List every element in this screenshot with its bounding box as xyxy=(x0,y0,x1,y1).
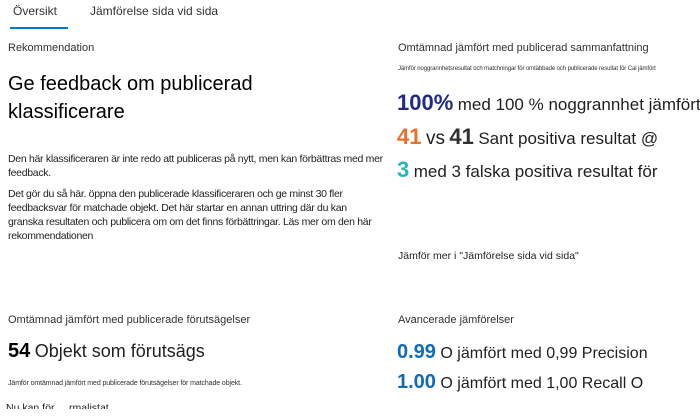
true-positive-published-value: 41 xyxy=(449,124,474,149)
summary-description: Jämför noggrannhetsresultat och matchnin… xyxy=(398,66,656,72)
predicted-items-stat: 54 Objekt som förutsägs xyxy=(8,340,378,363)
vs-label: vs xyxy=(425,128,445,149)
recall-value: 1.00 xyxy=(397,371,436,393)
accuracy-stat: 100% med 100 % noggrannhet jämfört xyxy=(397,90,700,116)
predictions-card-title: Omtämnad jämfört med publicerade förutsä… xyxy=(8,314,251,326)
true-positive-stat: 41 vs 41 Sant positiva resultat @ xyxy=(397,124,700,150)
tab-bar: Översikt Jämförelse sida vid sida xyxy=(0,0,700,36)
advanced-card-title: Avancerade jämförelser xyxy=(398,314,514,326)
true-positive-value: 41 xyxy=(397,124,422,149)
precision-text: O jämfört med 0,99 Precision xyxy=(440,345,648,362)
recommendation-instructions: Det gör du så här. öppna den publicerade… xyxy=(8,188,372,242)
accuracy-value: 100% xyxy=(397,90,454,115)
predicted-items-label: Objekt som förutsägs xyxy=(34,341,205,361)
false-positive-text: med 3 falska positiva resultat för xyxy=(413,162,658,181)
precision-value: 0.99 xyxy=(397,341,436,363)
tab-side-by-side[interactable]: Jämförelse sida vid sida xyxy=(90,4,218,18)
predictions-cutoff-text: Nu kan för ... rmalistat xyxy=(6,402,109,409)
tab-overview[interactable]: Översikt xyxy=(13,4,57,18)
recall-text: O jämfört med 1,00 Recall O xyxy=(440,375,644,392)
true-positive-text: Sant positiva resultat @ xyxy=(478,129,659,148)
accuracy-text: med 100 % noggrannhet jämfört xyxy=(457,95,700,114)
predicted-count: 54 xyxy=(8,340,31,362)
active-tab-indicator xyxy=(10,27,68,29)
predictions-description: Jämför omtämnad jämfört med publicerade … xyxy=(8,380,242,387)
compare-side-by-side-link[interactable]: Jämför mer i "Jämförelse sida vid sida" xyxy=(398,250,579,262)
recommendation-card-title: Rekommendation xyxy=(8,42,95,54)
recommendation-heading: Ge feedback om publicerad klassificerare xyxy=(8,73,253,123)
false-positive-value: 3 xyxy=(397,157,410,182)
summary-card-title: Omtämnad jämfört med publicerad sammanfa… xyxy=(398,42,649,54)
recommendation-text: Den här klassificeraren är inte redo att… xyxy=(8,153,383,179)
recall-stat: 1.00 O jämfört med 1,00 Recall O xyxy=(397,371,700,394)
false-positive-stat: 3 med 3 falska positiva resultat för xyxy=(397,157,700,183)
precision-stat: 0.99 O jämfört med 0,99 Precision xyxy=(397,341,700,364)
